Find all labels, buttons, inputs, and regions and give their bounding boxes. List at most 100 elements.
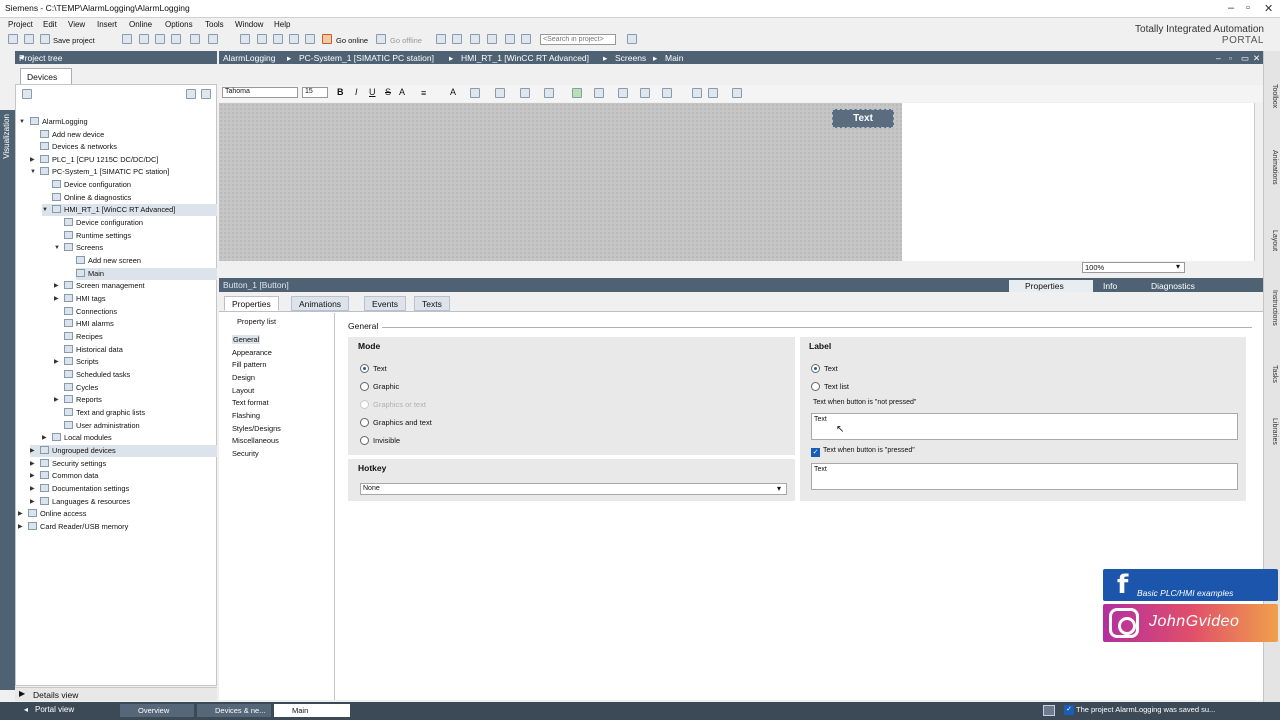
expand-arrow-icon[interactable]: ▶ <box>19 689 25 698</box>
download-icon[interactable] <box>257 34 267 44</box>
simulate-icon[interactable] <box>289 34 299 44</box>
tree-node-historical-data[interactable]: Historical data <box>64 344 123 356</box>
expand-arrow-icon[interactable]: ▶ <box>54 293 59 305</box>
expand-arrow-icon[interactable]: ▼ <box>19 116 25 128</box>
screen-canvas[interactable] <box>219 103 902 261</box>
group-icon[interactable] <box>572 88 582 98</box>
distribute-icon[interactable] <box>640 88 650 98</box>
tree-node-local-modules[interactable]: ▶ Local modules <box>42 432 112 444</box>
underline-icon[interactable]: U <box>369 87 376 97</box>
menu-edit[interactable]: Edit <box>43 20 57 29</box>
go-online-icon[interactable] <box>322 34 332 44</box>
instructions-dock-tab[interactable]: Instructions <box>1266 290 1278 326</box>
tree-node-devices-networks[interactable]: Devices & networks <box>40 141 117 153</box>
float-icon[interactable]: ▭ <box>1241 53 1249 64</box>
notification-icon[interactable] <box>1043 705 1055 716</box>
start-cpu-icon[interactable] <box>452 34 462 44</box>
zoom-select[interactable]: 100% <box>1082 262 1185 273</box>
chevron-down-icon[interactable]: ▾ <box>777 484 781 493</box>
label-text-radio[interactable]: Text <box>811 364 838 373</box>
layer-icon[interactable] <box>708 88 718 98</box>
category-styles[interactable]: Styles/Designs <box>232 424 281 433</box>
tree-node-ungrouped[interactable]: ▶ Ungrouped devices <box>30 445 217 457</box>
tree-node-security[interactable]: ▶ Security settings <box>30 458 106 470</box>
project-search-input[interactable] <box>540 34 616 45</box>
tree-node-reports[interactable]: ▶ Reports <box>54 394 102 406</box>
tab-properties[interactable]: Properties <box>224 296 279 311</box>
expand-arrow-icon[interactable]: ▶ <box>18 521 23 533</box>
menu-options[interactable]: Options <box>165 20 193 29</box>
go-offline-button[interactable]: Go offline <box>390 36 422 45</box>
tab-animations[interactable]: Animations <box>291 296 350 311</box>
expand-arrow-icon[interactable]: ▶ <box>30 483 35 495</box>
breadcrumb-hmi[interactable]: HMI_RT_1 [WinCC RT Advanced] <box>461 53 589 63</box>
category-fill-pattern[interactable]: Fill pattern <box>232 360 267 369</box>
expand-arrow-icon[interactable]: ▶ <box>30 154 35 166</box>
hotkey-select[interactable]: None <box>360 483 787 495</box>
category-design[interactable]: Design <box>232 373 255 382</box>
font-color-icon[interactable]: A <box>450 87 456 97</box>
toolbox-dock-tab[interactable]: Toolbox <box>1266 84 1278 108</box>
tab-events[interactable]: Events <box>364 296 406 311</box>
category-text-format[interactable]: Text format <box>232 398 269 407</box>
expand-arrow-icon[interactable]: ▼ <box>30 166 36 178</box>
canvas-scrollbar[interactable] <box>1254 103 1263 261</box>
line-width-icon[interactable] <box>520 88 530 98</box>
expand-arrow-icon[interactable]: ▶ <box>30 458 35 470</box>
menu-window[interactable]: Window <box>235 20 263 29</box>
breadcrumb-main[interactable]: Main <box>665 53 683 63</box>
split-horizontal-icon[interactable] <box>505 34 515 44</box>
tree-node-cycles[interactable]: Cycles <box>64 382 98 394</box>
tree-refresh-icon[interactable] <box>201 89 211 99</box>
format-painter-icon[interactable] <box>692 88 702 98</box>
minimize-icon[interactable]: – <box>1228 2 1234 14</box>
maximize-icon[interactable]: ▫ <box>1246 2 1250 14</box>
fill-color-icon[interactable] <box>470 88 480 98</box>
tree-view-icon[interactable] <box>186 89 196 99</box>
align-icon[interactable]: ≡ <box>421 88 426 98</box>
tree-node-add-device[interactable]: Add new device <box>40 129 104 141</box>
zoom-icon[interactable] <box>732 88 742 98</box>
tree-node-connections[interactable]: Connections <box>64 306 117 318</box>
menu-insert[interactable]: Insert <box>97 20 117 29</box>
expand-arrow-icon[interactable]: ▶ <box>54 394 59 406</box>
diagnostics-tab[interactable]: Diagnostics <box>1145 280 1199 292</box>
category-layout[interactable]: Layout <box>232 386 254 395</box>
delete-icon[interactable] <box>171 34 181 44</box>
search-icon[interactable] <box>627 34 637 44</box>
expand-arrow-icon[interactable]: ▶ <box>54 356 59 368</box>
menu-help[interactable]: Help <box>274 20 290 29</box>
same-size-icon[interactable] <box>662 88 672 98</box>
italic-icon[interactable]: I <box>355 87 358 97</box>
tree-node-screen-mgmt[interactable]: ▶ Screen management <box>54 280 145 292</box>
bold-icon[interactable]: B <box>337 87 344 97</box>
layout-dock-tab[interactable]: Layout <box>1266 230 1278 251</box>
expand-arrow-icon[interactable]: ▶ <box>54 280 59 292</box>
open-project-icon[interactable] <box>24 34 34 44</box>
cross-reference-icon[interactable] <box>487 34 497 44</box>
breadcrumb-pc-system[interactable]: PC-System_1 [SIMATIC PC station] <box>299 53 434 63</box>
save-icon[interactable] <box>40 34 50 44</box>
tree-overview-icon[interactable] <box>22 89 32 99</box>
close-icon[interactable]: ✕ <box>1253 53 1260 64</box>
expand-arrow-icon[interactable]: ▶ <box>30 496 35 508</box>
devices-tab[interactable]: Devices <box>20 68 72 84</box>
expand-arrow-icon[interactable]: ▼ <box>54 242 60 254</box>
rotate-icon[interactable] <box>594 88 604 98</box>
mode-invisible-radio[interactable]: Invisible <box>360 436 400 445</box>
expand-arrow-icon[interactable]: ▼ <box>42 204 48 216</box>
minimize-icon[interactable]: – <box>1216 53 1221 63</box>
tree-node-doc-settings[interactable]: ▶ Documentation settings <box>30 483 129 495</box>
tree-node-hmi-tags[interactable]: ▶ HMI tags <box>54 293 106 305</box>
expand-arrow-icon[interactable]: ▶ <box>30 445 35 457</box>
tab-texts[interactable]: Texts <box>414 296 450 311</box>
overview-tab[interactable]: Overview <box>120 704 194 717</box>
mode-text-radio[interactable]: Text <box>360 364 387 373</box>
runtime-icon[interactable] <box>305 34 315 44</box>
category-general[interactable]: General <box>232 335 261 344</box>
tree-node-languages[interactable]: ▶ Languages & resources <box>30 496 130 508</box>
cut-icon[interactable] <box>122 34 132 44</box>
upload-icon[interactable] <box>273 34 283 44</box>
font-grow-icon[interactable]: A <box>399 87 405 97</box>
menu-online[interactable]: Online <box>129 20 152 29</box>
